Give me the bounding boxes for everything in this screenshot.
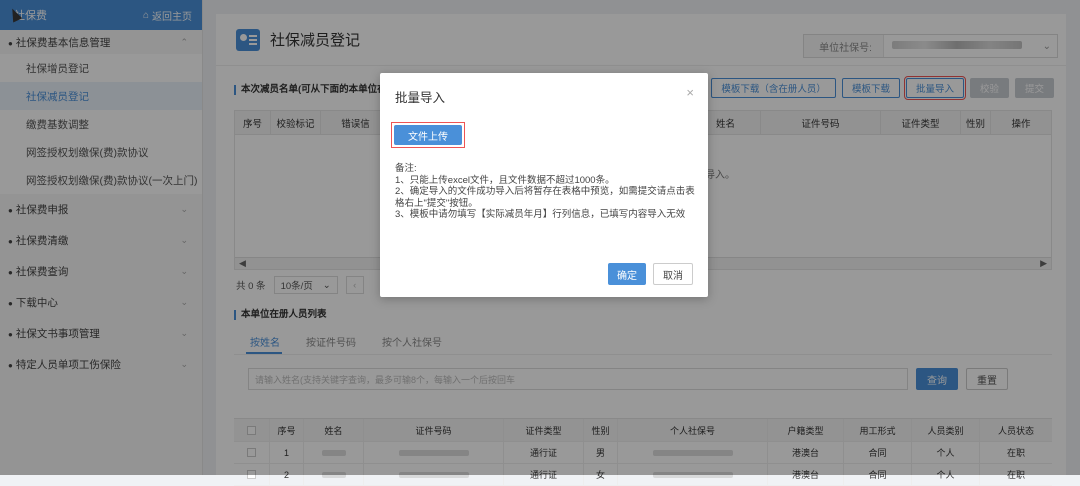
upload-highlight: 文件上传 — [391, 122, 465, 148]
note-line: 2、确定导入的文件成功导入后将暂存在表格中预览，如需提交请点击表格右上"提交"按… — [395, 186, 695, 209]
file-upload-button[interactable]: 文件上传 — [394, 125, 462, 145]
note-line: 3、模板中请勿填写【实际减员年月】行列信息，已填写内容导入无效 — [395, 209, 686, 220]
confirm-button[interactable]: 确定 — [608, 263, 646, 285]
close-icon[interactable]: × — [686, 85, 694, 100]
note-line: 1、只能上传excel文件，且文件数据不超过1000条。 — [395, 174, 615, 186]
cancel-button[interactable]: 取消 — [653, 263, 693, 285]
note-line: 备注: — [395, 163, 417, 174]
notes: 备注: 1、只能上传excel文件，且文件数据不超过1000条。 2、确定导入的… — [395, 163, 700, 221]
dialog-title: 批量导入 — [395, 91, 446, 105]
batch-import-dialog: 批量导入 × 文件上传 备注: 1、只能上传excel文件，且文件数据不超过10… — [380, 73, 708, 297]
